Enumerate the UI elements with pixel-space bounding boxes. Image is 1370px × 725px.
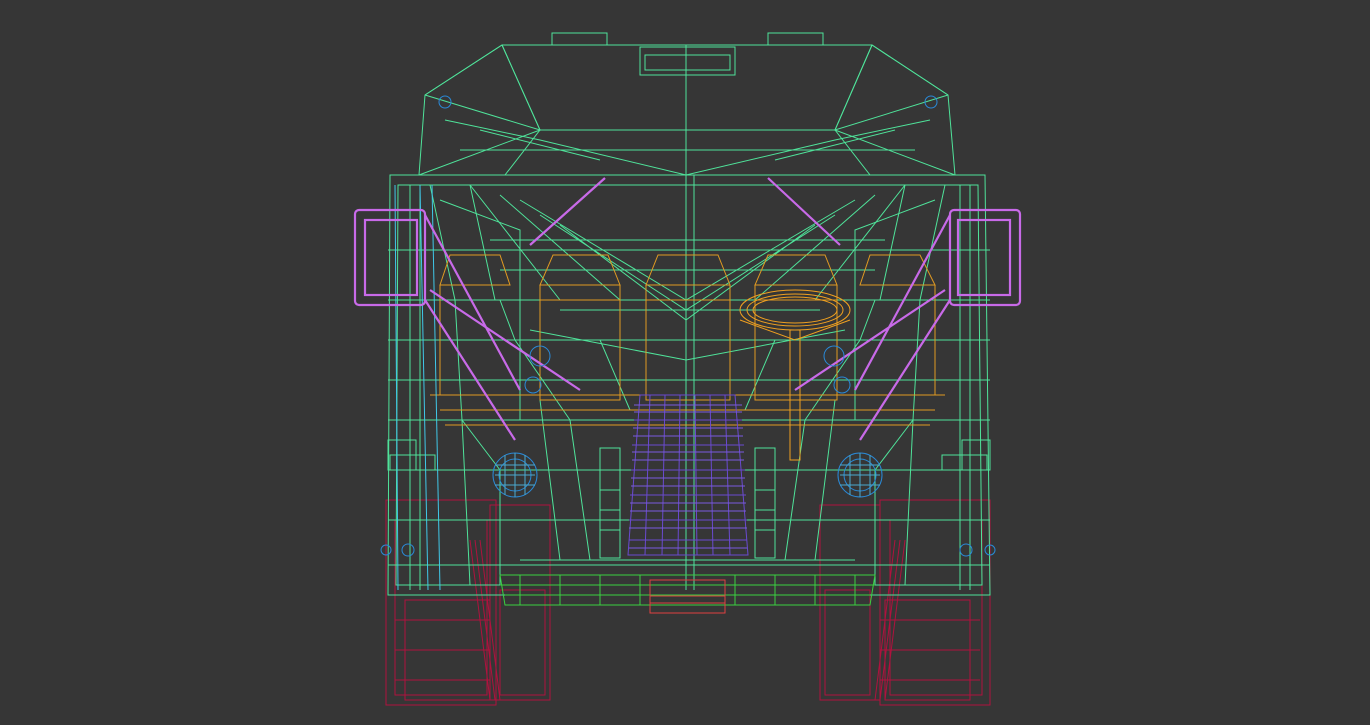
cockpit-panel-wireframe xyxy=(627,394,749,556)
lights-wireframe xyxy=(380,95,996,557)
steering-wheel-wireframe xyxy=(739,289,851,461)
viewport-canvas[interactable] xyxy=(0,0,1370,725)
wireframe-model[interactable] xyxy=(0,0,1370,725)
